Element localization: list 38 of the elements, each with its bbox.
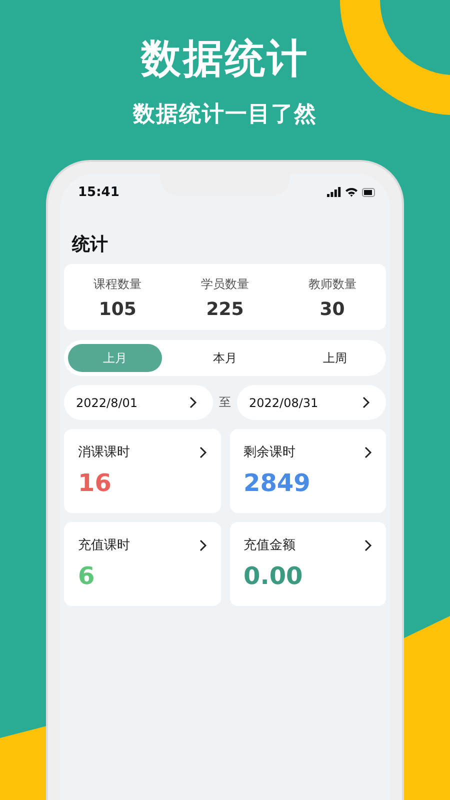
period-tab[interactable]: 上周	[288, 344, 382, 372]
stat-card[interactable]: 消课课时 16	[64, 429, 220, 513]
chevron-icon	[189, 396, 197, 409]
subtitle: 数据统计一目了然	[133, 101, 317, 129]
wifi-icon	[345, 187, 358, 197]
date-value: 2022/8/01	[76, 396, 138, 410]
stat-value: 2849	[244, 469, 312, 497]
stat-value: 6	[78, 562, 96, 590]
signal-icon	[327, 187, 341, 197]
stat-card[interactable]: 充值金额 0.00	[230, 522, 386, 606]
stat-card[interactable]: 充值课时 6	[64, 522, 220, 606]
stat-label: 充值课时	[78, 537, 130, 554]
headline: 数据统计	[141, 35, 309, 84]
chevron-icon	[364, 538, 372, 552]
period-tab[interactable]: 本月	[178, 344, 272, 372]
count-label: 学员数量	[200, 276, 249, 293]
chevron-icon	[364, 446, 372, 458]
date-picker[interactable]: 2022/08/31	[237, 385, 386, 420]
range-separator: 至	[219, 394, 231, 411]
stat-value: 0.00	[244, 562, 304, 590]
date-picker[interactable]: 2022/8/01	[64, 385, 213, 420]
chevron-icon	[198, 538, 206, 552]
chevron-icon	[198, 446, 206, 458]
count-label: 课程数量	[94, 276, 142, 293]
chevron-icon	[362, 396, 370, 409]
battery-icon	[362, 188, 376, 196]
stat-label: 消课课时	[78, 444, 130, 461]
stat-label: 剩余课时	[244, 444, 296, 461]
stat-label: 充值金额	[244, 537, 296, 554]
status-time: 15:41	[78, 184, 120, 200]
stat-card[interactable]: 剩余课时 2849	[230, 429, 386, 513]
count-value: 225	[206, 299, 244, 320]
count-label: 教师数量	[308, 276, 356, 293]
stat-value: 16	[78, 469, 112, 497]
count-value: 105	[98, 299, 136, 320]
page-title: 统计	[72, 233, 109, 256]
date-value: 2022/08/31	[249, 396, 318, 410]
count-value: 30	[320, 299, 345, 320]
